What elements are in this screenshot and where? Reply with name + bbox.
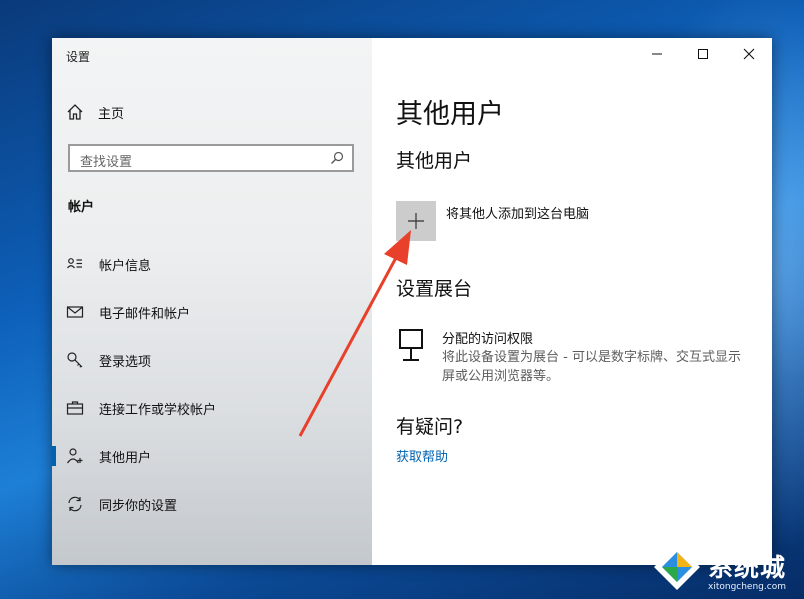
maximize-icon [698, 49, 708, 59]
sidebar-item-account-info[interactable]: 帐户信息 [52, 246, 372, 282]
sidebar-item-signin[interactable]: 登录选项 [52, 342, 372, 378]
title-bar-controls [634, 38, 772, 70]
section-title: 帐户 [68, 200, 95, 215]
search-input[interactable]: 查找设置 [68, 144, 354, 172]
sidebar-item-work[interactable]: 连接工作或学校帐户 [52, 390, 372, 426]
sidebar-item-label: 连接工作或学校帐户 [99, 403, 217, 418]
sidebar: 设置 主页 查找设置 帐户 帐户信息 电子邮件和帐户 登录选项 连接工作或学校帐… [52, 38, 372, 565]
watermark: 系统城 xitongcheng.com [650, 540, 804, 599]
home-label: 主页 [98, 106, 125, 122]
minimize-button[interactable] [634, 38, 680, 70]
sidebar-item-sync[interactable]: 同步你的设置 [52, 486, 372, 522]
sidebar-item-label: 登录选项 [99, 355, 152, 370]
kiosk-icon [399, 329, 423, 361]
key-icon [67, 352, 83, 368]
sidebar-item-email[interactable]: 电子邮件和帐户 [52, 294, 372, 330]
sidebar-item-label: 其他用户 [99, 451, 152, 466]
nav-home[interactable]: 主页 [66, 100, 124, 124]
person-add-icon [67, 448, 83, 464]
home-icon [67, 104, 83, 120]
get-help-link[interactable]: 获取帮助 [396, 446, 448, 465]
window-title: 设置 [66, 50, 91, 64]
settings-window: 设置 主页 查找设置 帐户 帐户信息 电子邮件和帐户 登录选项 连接工作或学校帐… [52, 38, 772, 565]
maximize-button[interactable] [680, 38, 726, 70]
search-icon[interactable] [330, 151, 344, 165]
sidebar-item-label: 帐户信息 [99, 259, 152, 274]
close-button[interactable] [726, 38, 772, 70]
sidebar-item-label: 电子邮件和帐户 [99, 307, 191, 322]
logo-icon [654, 544, 700, 590]
watermark-url: xitongcheng.com [708, 582, 786, 592]
sidebar-item-other-users[interactable]: 其他用户 [52, 438, 372, 474]
sidebar-item-label: 同步你的设置 [99, 499, 178, 514]
watermark-name: 系统城 [708, 553, 787, 582]
section-heading-other-users: 其他用户 [396, 150, 473, 172]
search-placeholder: 查找设置 [80, 155, 133, 170]
section-heading-help: 有疑问? [396, 416, 464, 438]
user-card-icon [67, 258, 82, 269]
page-title: 其他用户 [396, 99, 504, 130]
minimize-icon [652, 53, 662, 55]
close-icon [743, 48, 755, 60]
plus-icon [408, 213, 424, 229]
add-user-button[interactable] [396, 201, 436, 241]
assigned-access-title[interactable]: 分配的访问权限 [442, 328, 533, 347]
add-user-label[interactable]: 将其他人添加到这台电脑 [446, 203, 589, 222]
briefcase-icon [66, 401, 84, 415]
assigned-access-description: 将此设备设置为展台 - 可以是数字标牌、交互式显示屏或公用浏览器等。 [442, 350, 741, 384]
mail-icon [66, 306, 84, 318]
sync-icon [68, 496, 82, 512]
section-heading-kiosk: 设置展台 [396, 278, 473, 300]
main-content: 其他用户 其他用户 将其他人添加到这台电脑 设置展台 分配的访问权限 将此设备设… [372, 38, 772, 565]
